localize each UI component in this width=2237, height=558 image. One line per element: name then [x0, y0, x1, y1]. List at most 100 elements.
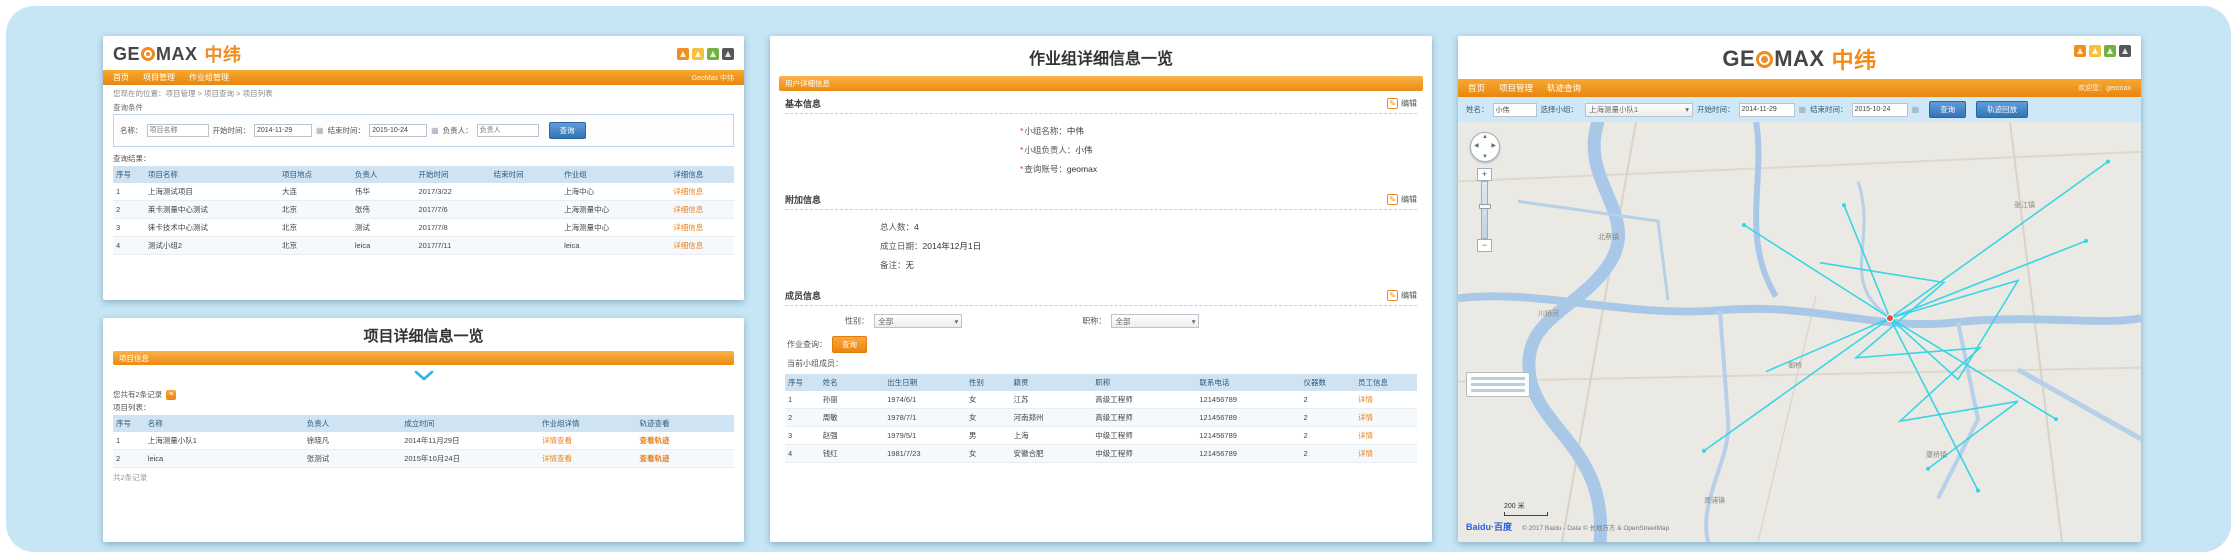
- calendar-icon[interactable]: ▦: [431, 126, 439, 135]
- cell: 121456789: [1196, 409, 1300, 427]
- edit-label: 编辑: [1401, 98, 1417, 109]
- table-row: 2leica张测试2015年10月24日详情查看查看轨迹: [113, 450, 734, 468]
- member-query-button[interactable]: 查询: [832, 336, 867, 353]
- project-name-input[interactable]: [147, 124, 209, 137]
- pan-left-icon[interactable]: ◀: [1474, 142, 1479, 149]
- track-replay-button[interactable]: 轨迹回放: [1976, 101, 2028, 118]
- detail-table: 序号 名称 负责人 成立时间 作业组详情 轨迹查看 1上海测量小队1徐晓凡201…: [113, 415, 734, 468]
- workgroup-panel: 作业组详细信息一览 用户详细信息 基本信息 ✎ 编辑 *小组名称：中伟 *小组负…: [770, 36, 1432, 542]
- map-label: 康桥镇: [1926, 450, 1947, 459]
- detail-link[interactable]: 详细信息: [670, 219, 734, 237]
- map-pan-control[interactable]: ▲ ▼ ◀ ▶: [1470, 132, 1500, 162]
- map-canvas[interactable]: 北蔡镇 御桥 康桥镇 川杨河 张江镇 周浦镇 ▲ ▼ ◀ ▶ + − 200 米…: [1458, 122, 2141, 542]
- field-value: 无: [906, 260, 915, 270]
- member-detail-link[interactable]: 详情: [1355, 391, 1417, 409]
- basic-info-section: 基本信息 ✎ 编辑 *小组名称：中伟 *小组负责人：小伟 *查询账号：geoma…: [785, 94, 1417, 187]
- table-row: 3徕卡技术中心测试北京测试2017/7/8上海测量中心详细信息: [113, 219, 734, 237]
- track-search-button[interactable]: 查询: [1929, 101, 1966, 118]
- zoom-slider-handle[interactable]: [1479, 204, 1491, 209]
- cell: 高级工程师: [1092, 391, 1196, 409]
- instrument-icon-4: [2119, 45, 2131, 57]
- edit-members-button[interactable]: ✎ 编辑: [1387, 290, 1417, 301]
- start-date-input[interactable]: [1739, 103, 1795, 117]
- member-detail-link[interactable]: 详情: [1355, 409, 1417, 427]
- cell: 2: [1300, 427, 1355, 445]
- col-header: 姓名: [820, 374, 884, 391]
- breadcrumb: 您现在的位置：项目管理 > 项目查询 > 项目列表: [103, 85, 744, 100]
- group-select[interactable]: 上海测量小队1 ▾: [1585, 103, 1693, 117]
- map-zoom-control[interactable]: + −: [1477, 168, 1492, 252]
- end-date-input[interactable]: [369, 124, 427, 137]
- zoom-out-button[interactable]: −: [1477, 239, 1492, 252]
- start-date-label: 开始时间：: [1697, 104, 1735, 115]
- zoom-in-button[interactable]: +: [1477, 168, 1492, 181]
- track-view-link[interactable]: 查看轨迹: [636, 432, 734, 450]
- title-select[interactable]: 全部 ▾: [1111, 314, 1199, 328]
- end-date-label: 结束时间：: [328, 125, 366, 136]
- select-value: 上海测量小队1: [1589, 104, 1638, 115]
- gender-select[interactable]: 全部 ▾: [874, 314, 962, 328]
- map-legend: [1466, 372, 1530, 397]
- cell: 河南郑州: [1011, 409, 1093, 427]
- edit-basic-button[interactable]: ✎ 编辑: [1387, 98, 1417, 109]
- track-view-link[interactable]: 查看轨迹: [636, 450, 734, 468]
- cell: 伟华: [352, 183, 416, 201]
- zoom-slider[interactable]: [1481, 181, 1488, 239]
- member-filters: 性别： 全部 ▾ 职称： 全部 ▾: [785, 306, 1417, 330]
- table-row: 2周敏1978/7/1女河南郑州高级工程师1214567892详情: [785, 409, 1417, 427]
- name-input[interactable]: [1493, 103, 1537, 117]
- member-detail-link[interactable]: 详情: [1355, 427, 1417, 445]
- calendar-icon[interactable]: ▦: [1912, 105, 1920, 114]
- map-label-river: 川杨河: [1538, 309, 1559, 318]
- expand-chevron[interactable]: [103, 365, 744, 387]
- pan-right-icon[interactable]: ▶: [1491, 142, 1496, 149]
- logo-text-max: MAX: [1774, 46, 1824, 72]
- member-query-line: 作业查询： 查询: [785, 330, 1417, 356]
- cell: 安徽合肥: [1011, 445, 1093, 463]
- select-value: 全部: [1115, 316, 1130, 327]
- cell: 2017/3/22: [416, 183, 491, 201]
- pan-up-icon[interactable]: ▲: [1482, 134, 1488, 140]
- detail-view-link[interactable]: 详情查看: [539, 450, 636, 468]
- required-mark: *: [1020, 126, 1023, 136]
- cell: 上海中心: [561, 183, 670, 201]
- calendar-icon[interactable]: ▦: [316, 126, 324, 135]
- leader-input[interactable]: [477, 124, 539, 137]
- field-label: 备注：: [880, 260, 906, 270]
- col-header: 轨迹查看: [636, 415, 734, 432]
- cell: 1979/5/1: [884, 427, 966, 445]
- track-hub-marker[interactable]: [1887, 315, 1894, 322]
- instrument-icons: [677, 48, 734, 60]
- calendar-icon[interactable]: ▦: [1799, 105, 1807, 114]
- cell: 北京: [279, 201, 352, 219]
- nav-item-home[interactable]: 首页: [1468, 82, 1485, 94]
- start-date-input[interactable]: [254, 124, 312, 137]
- caret-down-icon: ▾: [954, 317, 958, 326]
- member-detail-link[interactable]: 详情: [1355, 445, 1417, 463]
- detail-link[interactable]: 详细信息: [670, 237, 734, 255]
- nav-item-track-query[interactable]: 轨迹查询: [1547, 82, 1581, 94]
- search-button[interactable]: 查询: [549, 122, 586, 139]
- query-label: 作业查询：: [787, 339, 827, 350]
- field-label: 成立日期：: [880, 241, 923, 251]
- instrument-icons: [2074, 45, 2131, 57]
- target-logo-icon: [1756, 51, 1773, 68]
- field-value: 小伟: [1075, 145, 1092, 155]
- nav-item-workgroup-mgmt[interactable]: 作业组管理: [189, 72, 229, 83]
- edit-extra-button[interactable]: ✎ 编辑: [1387, 194, 1417, 205]
- detail-link[interactable]: 详细信息: [670, 201, 734, 219]
- end-date-input[interactable]: [1852, 103, 1908, 117]
- cell: 钱红: [820, 445, 884, 463]
- cell: 徐晓凡: [304, 432, 401, 450]
- projects-panel: GE MAX 中纬 首页 项目管理 作业组管理 GeoMax 中纬 您现在的位置…: [103, 36, 744, 300]
- nav-item-project-mgmt[interactable]: 项目管理: [1499, 82, 1533, 94]
- pan-down-icon[interactable]: ▼: [1482, 154, 1488, 160]
- cell: 2: [1300, 409, 1355, 427]
- nav-item-project-mgmt[interactable]: 项目管理: [143, 72, 175, 83]
- cell: 中级工程师: [1092, 445, 1196, 463]
- nav-item-home[interactable]: 首页: [113, 72, 129, 83]
- cell: 2017/7/11: [416, 237, 491, 255]
- list-icon[interactable]: ≡: [166, 390, 176, 400]
- detail-link[interactable]: 详细信息: [670, 183, 734, 201]
- detail-view-link[interactable]: 详情查看: [539, 432, 636, 450]
